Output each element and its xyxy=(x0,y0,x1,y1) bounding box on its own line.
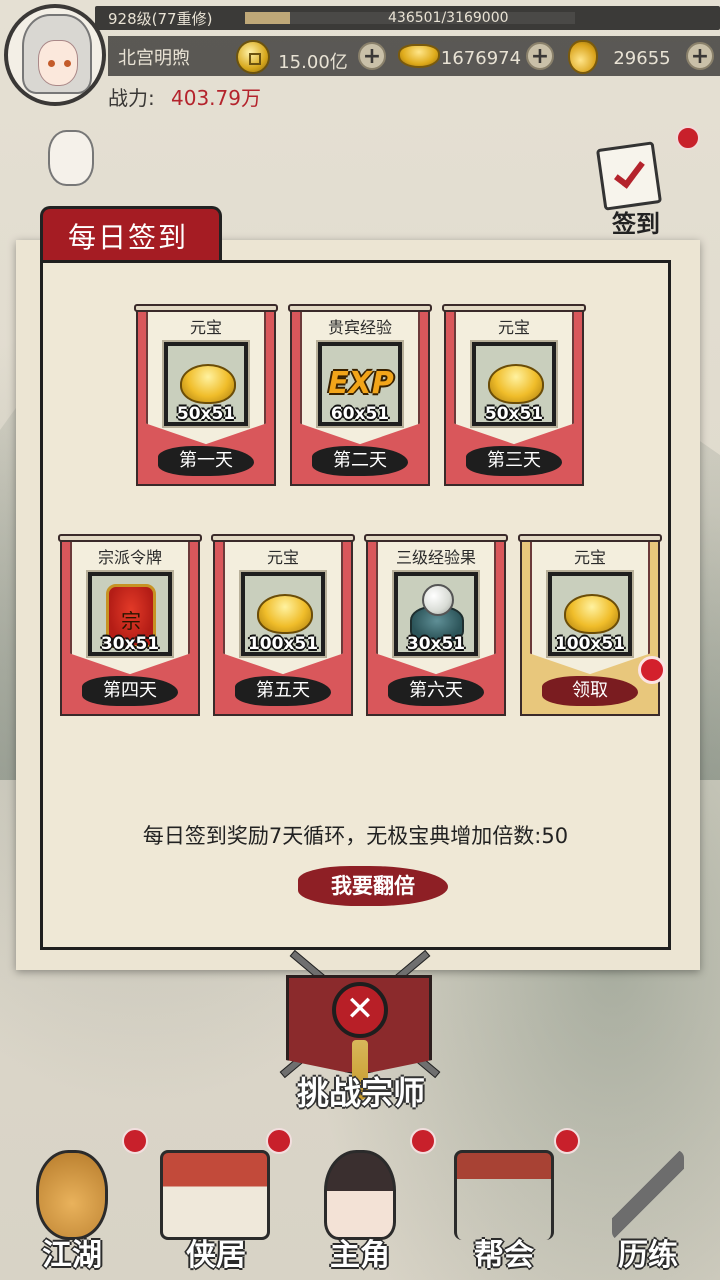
hero-portrait-icon xyxy=(324,1150,396,1240)
xp-progress-fill xyxy=(245,12,291,24)
reward-name: 宗派令牌 xyxy=(97,548,162,567)
add-ingot-button[interactable]: + xyxy=(526,42,554,70)
gold-ingot-icon xyxy=(180,364,236,404)
dialog-title: 每日签到 xyxy=(68,221,189,254)
add-copper-button[interactable]: + xyxy=(358,42,386,70)
gold-ingot-icon xyxy=(398,44,440,68)
gold-ingot-icon xyxy=(488,364,544,404)
reward-quantity: 100x51 xyxy=(247,634,319,654)
resource-value: 15.00亿 xyxy=(278,52,348,73)
bottom-navigation: 江湖 侠居 主角 帮会 历练 xyxy=(0,1120,720,1280)
avatar-face xyxy=(38,40,78,86)
resource-value: 29655 xyxy=(613,48,671,69)
reward-day-label: 第二天 xyxy=(312,446,408,476)
copper-coin-icon xyxy=(236,40,270,74)
reward-day-label: 第六天 xyxy=(388,676,484,706)
gold-gourd-icon xyxy=(568,40,598,74)
signin-label[interactable]: 签到 xyxy=(612,204,660,239)
card-rod xyxy=(211,534,355,542)
reward-name: 元宝 xyxy=(189,318,222,337)
reward-card-day6[interactable]: 三级经验果 30x51 第六天 xyxy=(364,534,508,716)
reward-card-day1[interactable]: 元宝 50x51 第一天 xyxy=(134,304,278,486)
reward-quantity: 60x51 xyxy=(330,404,390,424)
calendar-check-icon[interactable] xyxy=(595,141,663,211)
reward-name: 贵宾经验 xyxy=(327,318,392,337)
power-label: 战力: xyxy=(108,86,155,110)
gourd-icon xyxy=(36,1150,108,1240)
npc-head xyxy=(48,130,94,186)
reward-name: 元宝 xyxy=(497,318,530,337)
card-rod xyxy=(288,304,432,312)
reward-quantity: 50x51 xyxy=(176,404,236,424)
weapon-icon xyxy=(612,1150,684,1240)
notification-dot xyxy=(638,656,666,684)
signin-info-text: 每日签到奖励7天循环，无极宝典增加倍数:50 xyxy=(142,824,569,848)
reward-card-day2[interactable]: 贵宾经验 EXP 60x51 第二天 xyxy=(288,304,432,486)
power-value: 403.79万 xyxy=(171,86,261,110)
card-rod xyxy=(58,534,202,542)
challenge-master-label[interactable]: 挑战宗师 xyxy=(286,1068,436,1114)
reward-quantity: 100x51 xyxy=(554,634,626,654)
nav-item-hero[interactable]: 主角 xyxy=(288,1120,436,1280)
reward-day-label: 第一天 xyxy=(158,446,254,476)
gold-ingot-icon xyxy=(257,594,313,634)
card-rod xyxy=(134,304,278,312)
reward-quantity: 50x51 xyxy=(484,404,544,424)
add-gourd-button[interactable]: + xyxy=(686,42,714,70)
reward-name: 元宝 xyxy=(266,548,299,567)
player-avatar[interactable] xyxy=(4,4,106,106)
nav-label: 侠居 xyxy=(186,1238,246,1273)
xp-text: 436501/3169000 xyxy=(388,10,509,26)
nav-label: 主角 xyxy=(330,1238,390,1273)
reward-quantity: 30x51 xyxy=(100,634,160,654)
side-npc-portrait[interactable] xyxy=(40,120,100,210)
reward-quantity: 30x51 xyxy=(406,634,466,654)
player-level: 928级(77重修) xyxy=(108,10,213,28)
reward-card-day5[interactable]: 元宝 100x51 第五天 xyxy=(211,534,355,716)
nav-label: 帮会 xyxy=(474,1238,534,1273)
nav-item-guild[interactable]: 帮会 xyxy=(432,1120,580,1280)
resource-gourd: 29655 + xyxy=(562,38,720,74)
reward-name: 元宝 xyxy=(573,548,606,567)
player-name: 北宫明煦 xyxy=(118,48,190,69)
reward-day-label: 第四天 xyxy=(82,676,178,706)
gold-ingot-icon xyxy=(564,594,620,634)
reward-day-label: 第五天 xyxy=(235,676,331,706)
resource-ingot: 1676974 + xyxy=(396,38,566,74)
card-rod xyxy=(518,534,662,542)
card-rod xyxy=(364,534,508,542)
avatar-eye xyxy=(64,60,71,67)
nav-item-xiaju[interactable]: 侠居 xyxy=(144,1120,292,1280)
avatar-eye xyxy=(48,60,55,67)
gate-icon xyxy=(454,1150,554,1240)
double-reward-button[interactable]: 我要翻倍 xyxy=(298,866,448,906)
check-icon xyxy=(614,155,645,189)
nav-label: 历练 xyxy=(618,1238,678,1273)
pearl-icon xyxy=(422,584,454,616)
house-icon xyxy=(160,1150,270,1240)
reward-card-day3[interactable]: 元宝 50x51 第三天 xyxy=(442,304,586,486)
nav-label: 江湖 xyxy=(42,1238,102,1273)
resource-copper: 15.00亿 + xyxy=(228,38,398,74)
card-rod xyxy=(442,304,586,312)
nav-item-training[interactable]: 历练 xyxy=(576,1120,720,1280)
notification-dot xyxy=(676,126,700,150)
close-dialog-button[interactable]: ✕ xyxy=(332,982,388,1038)
exp-icon: EXP xyxy=(328,366,394,401)
reward-name: 三级经验果 xyxy=(395,548,476,567)
reward-day-label: 第三天 xyxy=(466,446,562,476)
reward-card-day4[interactable]: 宗派令牌 30x51 第四天 xyxy=(58,534,202,716)
claim-button[interactable]: 领取 xyxy=(542,676,638,706)
resource-value: 1676974 xyxy=(440,48,522,69)
nav-item-jianghu[interactable]: 江湖 xyxy=(0,1120,148,1280)
reward-card-day7[interactable]: 元宝 100x51 领取 xyxy=(518,534,662,716)
